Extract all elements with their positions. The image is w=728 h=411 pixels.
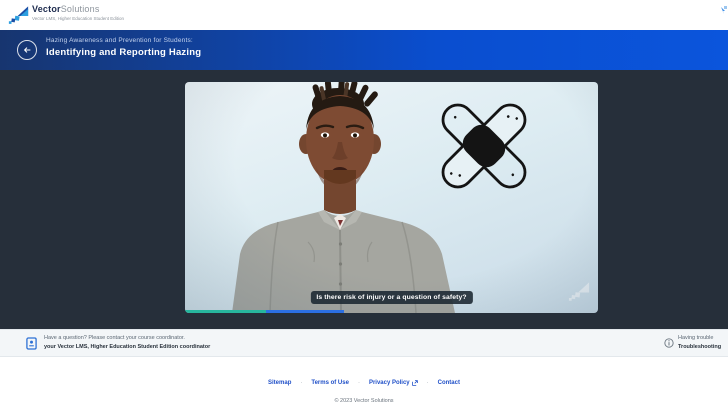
lesson-title: Identifying and Reporting Hazing — [46, 47, 201, 58]
help-question-text: Have a question? Please contact your cou… — [44, 335, 210, 341]
vector-arrow-logo-icon — [8, 6, 29, 26]
coordinator-text: your Vector LMS, Higher Education Studen… — [44, 344, 210, 350]
progress-buffered — [266, 310, 344, 314]
partial-corner-icon — [720, 5, 728, 15]
video-player[interactable]: Is there risk of injury or a question of… — [185, 82, 598, 313]
footer-link-contact[interactable]: Contact — [438, 380, 460, 386]
player-stage: Is there risk of injury or a question of… — [0, 70, 728, 329]
logo-tagline: Vector LMS, Higher Education Student Edi… — [32, 16, 124, 21]
footer-links: Sitemap · Terms of Use · Privacy Policy … — [0, 380, 728, 386]
contact-icon — [26, 337, 37, 350]
closed-caption: Is there risk of injury or a question of… — [310, 291, 472, 305]
footer-separator: · — [300, 380, 302, 386]
page-footer: Sitemap · Terms of Use · Privacy Policy … — [0, 357, 728, 411]
back-button[interactable] — [17, 40, 37, 60]
footer-link-privacy[interactable]: Privacy Policy — [369, 380, 418, 386]
video-progress-bar[interactable] — [185, 310, 598, 314]
trouble-text: Having trouble — [678, 335, 721, 341]
external-link-icon — [412, 380, 418, 386]
footer-separator: · — [358, 380, 360, 386]
footer-link-sitemap[interactable]: Sitemap — [268, 380, 291, 386]
top-bar: VectorSolutions Vector LMS, Higher Educa… — [0, 0, 728, 30]
copyright-text: © 2023 Vector Solutions — [0, 398, 728, 404]
troubleshooting-link[interactable]: Troubleshooting — [678, 344, 721, 350]
footer-link-terms[interactable]: Terms of Use — [311, 380, 349, 386]
arrow-left-icon — [21, 44, 33, 56]
course-supertitle: Hazing Awareness and Prevention for Stud… — [46, 37, 201, 44]
vector-solutions-logo[interactable]: VectorSolutions Vector LMS, Higher Educa… — [8, 4, 124, 26]
course-header: Hazing Awareness and Prevention for Stud… — [0, 30, 728, 70]
footer-separator: · — [427, 380, 429, 386]
progress-played — [185, 310, 266, 314]
logo-wordmark: VectorSolutions — [32, 4, 124, 14]
info-icon — [664, 338, 674, 348]
help-bar: Have a question? Please contact your cou… — [0, 329, 728, 357]
video-vignette — [185, 82, 598, 313]
trouble-block: Having trouble Troubleshooting — [664, 335, 721, 350]
